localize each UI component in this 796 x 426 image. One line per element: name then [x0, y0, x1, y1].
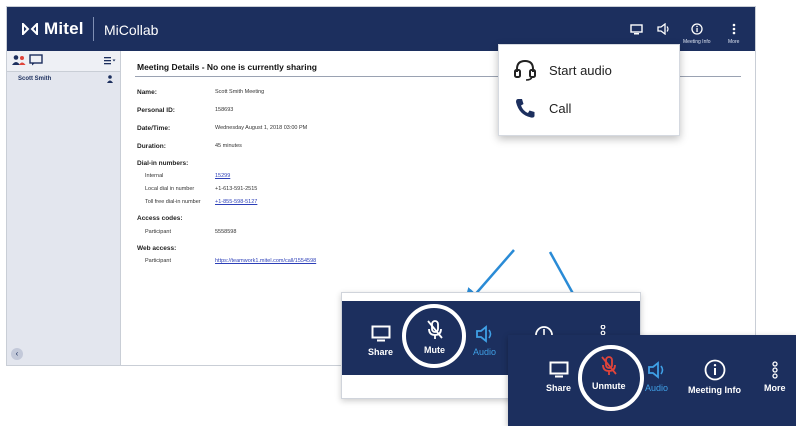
audio-label: Audio — [473, 347, 497, 357]
more-icon — [772, 361, 778, 379]
unmute-highlight-circle — [578, 345, 644, 411]
meeting-toolbar-unmute: Share Unmute Audio Meeting Info More — [508, 335, 796, 426]
info-icon[interactable] — [534, 323, 554, 335]
info-icon — [704, 359, 725, 381]
audio-label: Audio — [645, 383, 669, 393]
audio-button[interactable]: Audio — [645, 361, 668, 393]
share-button[interactable]: Share — [546, 361, 571, 393]
meeting-info-button[interactable]: Meeting Info — [688, 359, 741, 395]
speaker-icon — [475, 325, 491, 343]
share-button[interactable]: Share — [368, 325, 393, 357]
meeting-info-label: Meeting Info — [688, 385, 741, 395]
more-icon[interactable] — [600, 325, 606, 335]
share-label: Share — [546, 383, 572, 393]
monitor-icon — [371, 325, 390, 342]
more-button[interactable]: More — [764, 361, 786, 393]
mute-highlight-circle — [402, 304, 466, 368]
share-label: Share — [368, 347, 394, 357]
speaker-icon — [647, 361, 663, 379]
audio-button[interactable]: Audio — [473, 325, 496, 357]
more-label: More — [764, 383, 786, 393]
monitor-icon — [549, 361, 568, 378]
